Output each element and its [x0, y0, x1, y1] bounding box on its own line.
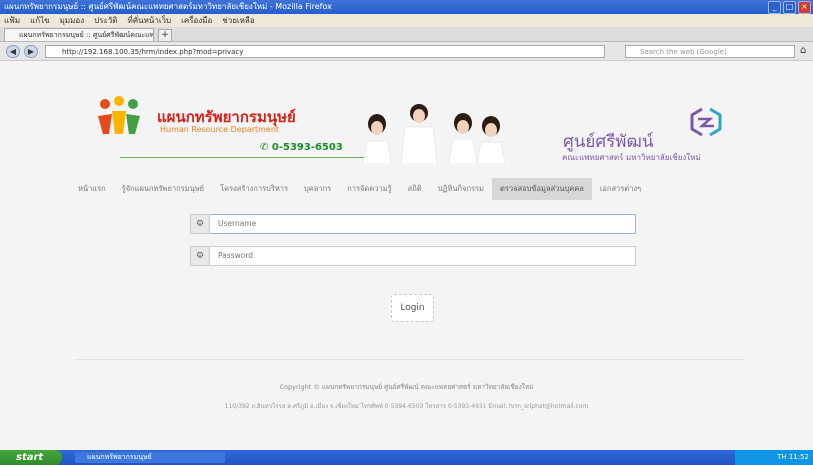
tab-bar: แผนกทรัพยากรมนุษย์ :: ศูนย์ศรีพัฒน์คณะแพ… — [0, 27, 813, 42]
password-row: ⚙ Password — [190, 246, 636, 266]
close-button[interactable]: × — [798, 0, 811, 14]
username-input[interactable]: Username — [210, 214, 636, 234]
menu-help[interactable]: ช่วยเหลือ — [222, 14, 254, 27]
new-tab-button[interactable]: + — [158, 29, 172, 42]
center-subtitle: คณะแพทยศาสตร์ มหาวิทยาลัยเชียงใหม่ — [562, 153, 701, 162]
window-titlebar[interactable]: แผนกทรัพยากรมนุษย์ :: ศูนย์ศรีพัฒน์คณะแพ… — [0, 0, 813, 14]
footer-divider — [75, 359, 745, 360]
search-placeholder: Search the web (Google) — [640, 48, 727, 56]
menu-item-calendar[interactable]: ปฏิทินกิจกรรม — [430, 178, 492, 200]
back-icon: ◀ — [9, 47, 17, 56]
password-input[interactable]: Password — [210, 246, 636, 266]
menu-item-statistics[interactable]: สถิติ — [400, 178, 430, 200]
main-menu: หน้าแรก รู้จักแผนกทรัพยากรมนุษย์ โครงสร้… — [70, 178, 745, 200]
minimize-button[interactable]: _ — [768, 0, 781, 14]
user-icon: ⚙ — [190, 214, 210, 234]
copyright-text: Copyright © แผนกทรัพยากรมนุษย์ ศูนย์ศรีพ… — [279, 383, 534, 391]
search-input[interactable]: Search the web (Google) — [625, 45, 795, 58]
window-title: แผนกทรัพยากรมนุษย์ :: ศูนย์ศรีพัฒน์คณะแพ… — [4, 2, 332, 11]
menu-view[interactable]: มุมมอง — [60, 14, 85, 27]
lock-icon: ⚙ — [190, 246, 210, 266]
maximize-button[interactable]: □ — [783, 0, 796, 14]
window-controls: _ □ × — [768, 0, 811, 14]
menu-item-documents[interactable]: เอกสารต่างๆ — [592, 178, 649, 200]
windows-taskbar: start แผนกทรัพยากรมนุษย์ TH 11:52 — [0, 450, 813, 465]
menu-item-personnel[interactable]: บุคลากร — [296, 178, 339, 200]
taskbar-item[interactable]: แผนกทรัพยากรมนุษย์ — [75, 452, 225, 463]
menu-tools[interactable]: เครื่องมือ — [181, 14, 212, 27]
back-button[interactable]: ◀ — [6, 45, 20, 58]
browser-menubar: แฟ้ม แก้ไข มุมมอง ประวัติ ที่คั่นหน้าเว็… — [0, 14, 813, 27]
menu-item-home[interactable]: หน้าแรก — [70, 178, 114, 200]
phone-number: ✆ 0-5393-6503 — [260, 142, 343, 153]
page-content: แผนกทรัพยากรมนุษย์ Human Resource Depart… — [0, 61, 813, 450]
menu-edit[interactable]: แก้ไข — [30, 14, 50, 27]
url-text: http://192.168.100.35/hrm/index.php?mod=… — [62, 48, 244, 56]
people-logo-icon — [98, 96, 140, 134]
system-tray: TH 11:52 — [735, 450, 813, 465]
staff-photo — [362, 104, 506, 164]
home-icon[interactable]: ⌂ — [800, 45, 806, 56]
login-button[interactable]: Login — [391, 294, 434, 322]
tab-label: แผนกทรัพยากรมนุษย์ :: ศูนย์ศรีพัฒน์คณะแพ… — [19, 31, 154, 39]
phone-icon: ✆ — [260, 142, 272, 153]
menu-item-structure[interactable]: โครงสร้างการบริหาร — [212, 178, 296, 200]
forward-icon: ▶ — [27, 47, 35, 56]
url-bar[interactable]: http://192.168.100.35/hrm/index.php?mod=… — [45, 45, 605, 58]
menu-item-knowledge[interactable]: การจัดความรู้ — [339, 178, 399, 200]
menu-file[interactable]: แฟ้ม — [4, 14, 20, 27]
menu-bookmarks[interactable]: ที่คั่นหน้าเว็บ — [127, 14, 171, 27]
address-text: 110/392 ถ.อินทวโรรส ต.ศรีภูมิ อ.เมือง จ.… — [224, 403, 589, 410]
menu-item-personal-data[interactable]: ตรวจสอบข้อมูลส่วนบุคคล — [492, 178, 592, 200]
start-button[interactable]: start — [0, 450, 62, 465]
org-name-en: Human Resource Department — [160, 125, 280, 134]
forward-button[interactable]: ▶ — [24, 45, 38, 58]
phone-text: 0-5393-6503 — [271, 142, 343, 153]
username-row: ⚙ Username — [190, 214, 636, 234]
sriphat-logo-icon — [690, 107, 722, 137]
menu-history[interactable]: ประวัติ — [94, 14, 117, 27]
menu-item-about[interactable]: รู้จักแผนกทรัพยากรมนุษย์ — [114, 178, 212, 200]
browser-tab[interactable]: แผนกทรัพยากรมนุษย์ :: ศูนย์ศรีพัฒน์คณะแพ… — [4, 28, 154, 41]
navigation-bar: ◀ ▶ http://192.168.100.35/hrm/index.php?… — [0, 42, 813, 61]
header-divider — [120, 157, 385, 158]
